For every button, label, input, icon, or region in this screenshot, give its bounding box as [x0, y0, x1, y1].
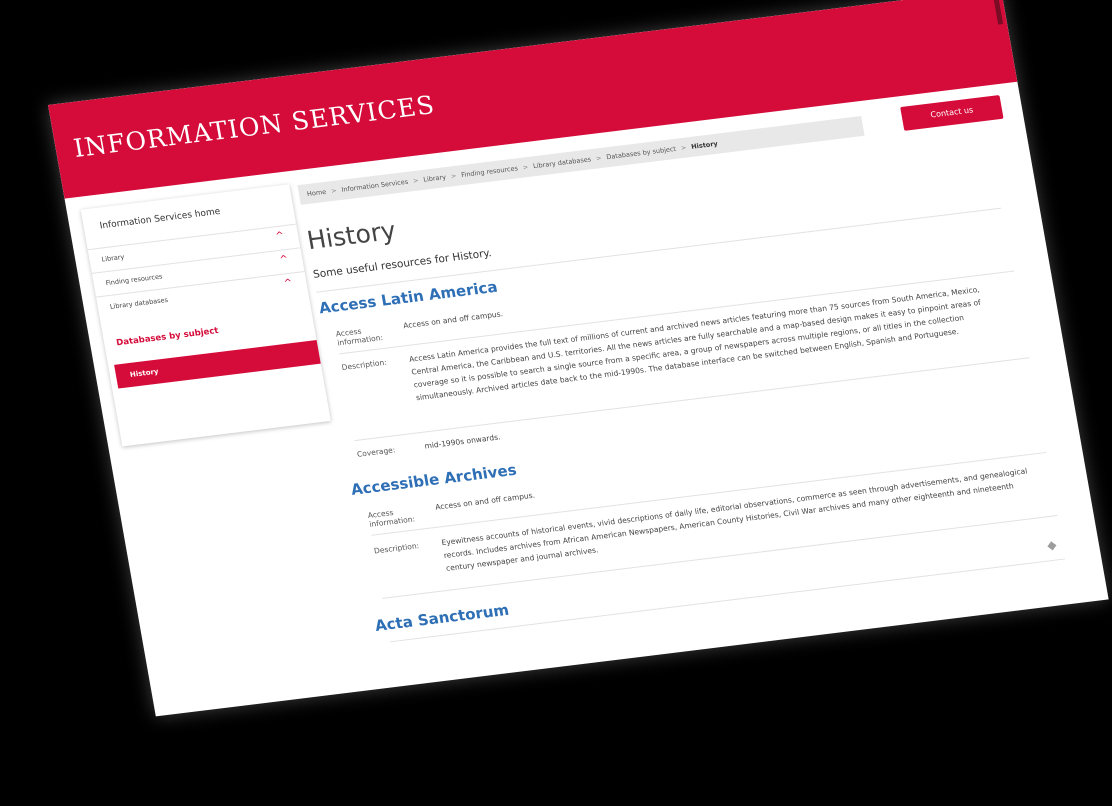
- breadcrumb-separator: >: [412, 176, 420, 186]
- sidebar-item-label: Library: [100, 252, 125, 264]
- access-information-label: Access information:: [335, 326, 384, 348]
- sidebar-item-label: Finding resources: [105, 272, 164, 288]
- breadcrumb-separator: >: [680, 143, 688, 153]
- sidebar-item-history-active[interactable]: History: [114, 340, 321, 389]
- sidebar-item-label: History: [129, 367, 160, 379]
- breadcrumb-separator: >: [330, 186, 338, 196]
- breadcrumb-separator: >: [522, 162, 529, 172]
- access-information-label: Access information:: [367, 508, 416, 529]
- chevron-up-icon[interactable]: ^: [283, 278, 293, 290]
- sidebar-item-information-services-home[interactable]: Information Services home: [99, 207, 221, 232]
- description-label: Description:: [340, 357, 388, 373]
- intro-text: Some useful resources for History.: [312, 247, 493, 281]
- page-title: History: [304, 215, 399, 256]
- chevron-up-icon[interactable]: ^: [279, 254, 289, 266]
- breadcrumb-separator: >: [595, 154, 603, 163]
- sidebar-nav: Information Services home Library ^ Find…: [80, 184, 331, 447]
- sidebar-item-databases-by-subject[interactable]: Databases by subject: [116, 326, 220, 348]
- breadcrumb-current: History: [690, 139, 719, 151]
- coverage-label: Coverage:: [356, 445, 397, 459]
- sidebar-item-label: Library databases: [109, 295, 169, 311]
- screen: INFORMATION SERVICES Contact us Informat…: [0, 0, 1112, 806]
- breadcrumb-link-finding-resources[interactable]: Finding resources: [461, 164, 519, 179]
- description-label: Description:: [373, 541, 420, 556]
- diamond-arrow-icon[interactable]: ◆: [1046, 537, 1058, 552]
- breadcrumb-link-home[interactable]: Home: [306, 188, 326, 198]
- site-title[interactable]: INFORMATION SERVICES: [71, 90, 437, 163]
- breadcrumb-link-information-services[interactable]: Information Services: [341, 178, 409, 194]
- breadcrumb-link-library[interactable]: Library: [423, 173, 447, 184]
- divider: [316, 207, 1002, 293]
- contact-us-button[interactable]: Contact us: [900, 94, 1004, 131]
- chevron-up-icon[interactable]: ^: [275, 230, 285, 242]
- breadcrumb-link-library-databases[interactable]: Library databases: [532, 155, 591, 170]
- browser-page: INFORMATION SERVICES Contact us Informat…: [48, 0, 1109, 717]
- description-value: Eyewitness accounts of historical events…: [440, 466, 1028, 573]
- divider: [389, 558, 1066, 643]
- breadcrumb-link-databases-by-subject[interactable]: Databases by subject: [606, 145, 677, 161]
